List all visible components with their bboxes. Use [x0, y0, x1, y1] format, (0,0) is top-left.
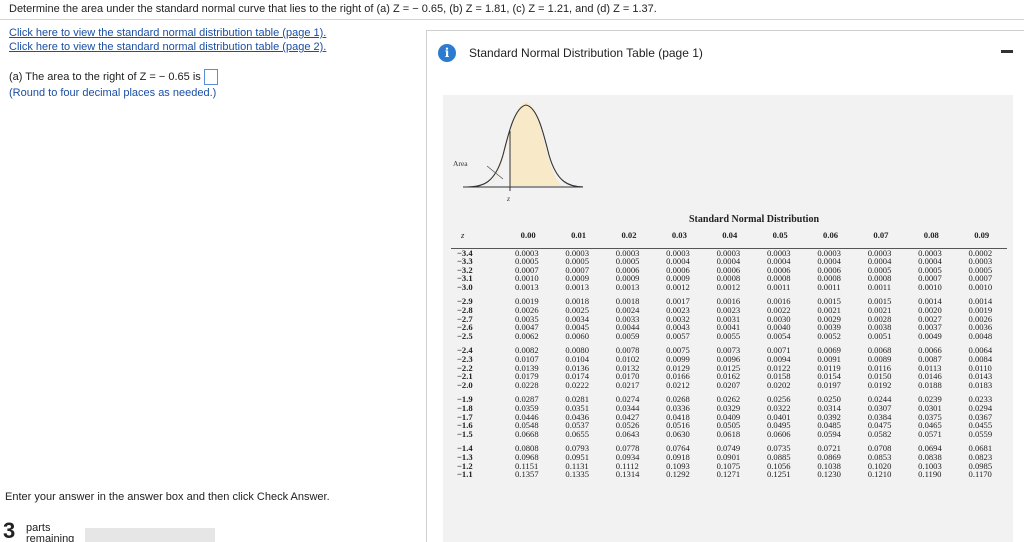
part-a-answer-input[interactable]: [203, 69, 218, 85]
column-header: 0.07: [873, 230, 889, 240]
table-cell: 0.0643: [615, 428, 640, 439]
z-table-header: z 0.00 0.01 0.02 0.03 0.04 0.05 0.06 0.07 0.08 0.…: [451, 228, 1007, 242]
z-table-body: −3.4 0.0003 0.0003 0.0003 0.0003 0.0003 0.0003…: [451, 248, 1007, 479]
table-cell: 0.0630: [666, 428, 690, 439]
panel-title: Standard Normal Distribution Table (page…: [469, 46, 703, 60]
area-label: Area: [453, 159, 468, 168]
parts-label-line2: remaining: [26, 533, 75, 542]
table-cell: 0.0048: [968, 330, 993, 341]
table-cell: 0.0197: [817, 379, 841, 390]
table-cell: 0.1357: [515, 469, 539, 480]
parts-remaining-count: 3: [3, 518, 16, 542]
parts-progress-bar: [85, 528, 215, 542]
part-a-label: (a) The area to the right of Z = − 0.65 …: [9, 71, 201, 83]
table-cell: 0.0062: [515, 330, 539, 341]
rounding-note: (Round to four decimal places as needed.…: [9, 87, 217, 99]
table-cell: 0.0011: [817, 281, 841, 292]
table-row: −3.0 0.0013 0.0013 0.0013 0.0012 0.0012 0.0011…: [451, 283, 1007, 292]
table-cell: 0.0606: [766, 428, 791, 439]
table-panel: i Standard Normal Distribution Table (pa…: [426, 30, 1024, 542]
table-cell: 0.0212: [666, 379, 690, 390]
table-cell: 0.1210: [867, 469, 892, 480]
table-row: −2.0 0.0228 0.0222 0.0217 0.0212 0.0207 0.0202…: [451, 381, 1007, 390]
table-cell: 0.0559: [968, 428, 993, 439]
table-cell: 0.0582: [867, 428, 892, 439]
table-cell: 0.0049: [918, 330, 942, 341]
header-divider: [0, 19, 1024, 20]
column-header: 0.00: [520, 230, 536, 240]
table-cell: 0.1230: [817, 469, 841, 480]
z-value: −2.5: [457, 330, 473, 341]
distribution-table-image: Area z Standard Normal Distribution z 0.…: [443, 95, 1013, 542]
column-header: 0.05: [772, 230, 788, 240]
area-pointer: [486, 165, 504, 180]
column-header: 0.01: [571, 230, 587, 240]
table-cell: 0.0594: [817, 428, 841, 439]
table-cell: 0.0228: [515, 379, 539, 390]
minimize-icon[interactable]: [1001, 50, 1013, 53]
table-cell: 0.0012: [716, 281, 741, 292]
z-value: −1.1: [457, 469, 473, 480]
table-cell: 0.0217: [615, 379, 640, 390]
z-column-header: z: [461, 230, 465, 240]
table-cell: 0.0060: [565, 330, 590, 341]
part-a-prompt: (a) The area to the right of Z = − 0.65 …: [9, 69, 218, 85]
table-cell: 0.0052: [817, 330, 841, 341]
panel-header: i Standard Normal Distribution Table (pa…: [427, 31, 1024, 75]
table-cell: 0.0188: [918, 379, 942, 390]
table-cell: 0.0013: [615, 281, 640, 292]
table-cell: 0.1190: [918, 469, 942, 480]
table-cell: 0.0668: [515, 428, 539, 439]
table-cell: 0.0057: [666, 330, 690, 341]
z-value: −3.0: [457, 281, 473, 292]
parts-remaining-label: parts remaining: [26, 523, 74, 542]
table-cell: 0.1251: [766, 469, 791, 480]
table-cell: 0.0222: [565, 379, 590, 390]
column-header: 0.02: [621, 230, 637, 240]
table-cell: 0.1314: [615, 469, 640, 480]
z-label: z: [506, 194, 510, 203]
table-cell: 0.0055: [716, 330, 741, 341]
table-cell: 0.0013: [515, 281, 539, 292]
shaded-area: [487, 102, 565, 186]
table-cell: 0.0618: [716, 428, 741, 439]
table-cell: 0.1335: [565, 469, 590, 480]
table-cell: 0.0013: [565, 281, 590, 292]
z-value: −1.5: [457, 428, 473, 439]
table-row: −1.5 0.0668 0.0655 0.0643 0.0630 0.0618 0.0606…: [451, 430, 1007, 439]
table-cell: 0.0010: [918, 281, 942, 292]
z-value: −2.0: [457, 379, 473, 390]
table-cell: 0.0571: [918, 428, 942, 439]
table-page1-link[interactable]: Click here to view the standard normal d…: [9, 27, 326, 39]
table-cell: 0.0207: [716, 379, 741, 390]
column-header: 0.04: [722, 230, 738, 240]
normal-curve-figure: Area z: [453, 102, 583, 203]
z-table: z 0.00 0.01 0.02 0.03 0.04 0.05 0.06 0.07 0.08 0.…: [451, 228, 1007, 479]
table-cell: 0.0011: [766, 281, 791, 292]
table-cell: 0.0202: [766, 379, 791, 390]
table-cell: 0.0655: [565, 428, 590, 439]
table-cell: 0.0010: [968, 281, 993, 292]
info-icon: i: [438, 44, 456, 62]
question-text: Determine the area under the standard no…: [9, 3, 657, 15]
table-title: Standard Normal Distribution: [688, 214, 819, 225]
column-header: 0.09: [974, 230, 990, 240]
table-cell: 0.0012: [666, 281, 690, 292]
table-cell: 0.1292: [666, 469, 690, 480]
column-header: 0.03: [671, 230, 687, 240]
table-page2-link[interactable]: Click here to view the standard normal d…: [9, 41, 326, 53]
table-cell: 0.1170: [968, 469, 992, 480]
table-cell: 0.0183: [968, 379, 993, 390]
table-cell: 0.0051: [867, 330, 892, 341]
table-cell: 0.0192: [867, 379, 892, 390]
table-cell: 0.0054: [766, 330, 791, 341]
table-cell: 0.0059: [615, 330, 640, 341]
column-header: 0.06: [823, 230, 839, 240]
table-row: −2.5 0.0062 0.0060 0.0059 0.0057 0.0055 0.0054…: [451, 332, 1007, 341]
answer-instruction: Enter your answer in the answer box and …: [5, 491, 330, 503]
table-row: −1.1 0.1357 0.1335 0.1314 0.1292 0.1271 0.1251…: [451, 470, 1007, 479]
table-cell: 0.1271: [716, 469, 741, 480]
column-header: 0.08: [923, 230, 939, 240]
table-cell: 0.0011: [867, 281, 892, 292]
